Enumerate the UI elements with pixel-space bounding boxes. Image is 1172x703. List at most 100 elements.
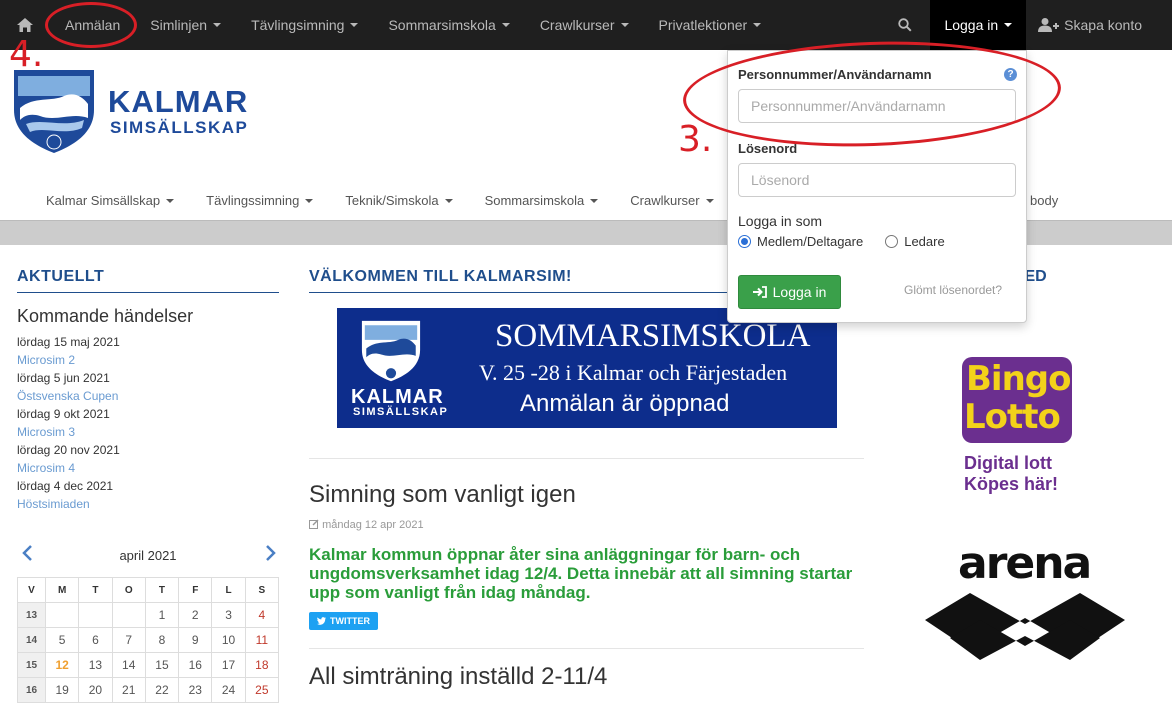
radio-member[interactable]: Medlem/Deltagare: [738, 234, 863, 249]
post-title[interactable]: All simträning inställd 2-11/4: [309, 663, 864, 691]
sign-in-icon: [752, 286, 767, 298]
calendar-day[interactable]: 21: [111, 677, 146, 703]
calendar-day-today[interactable]: 12: [44, 652, 80, 678]
banner-title: SOMMARSIMSKOLA: [495, 318, 811, 354]
logo-title: KALMAR: [108, 84, 249, 119]
calendar-day[interactable]: 5: [44, 627, 80, 653]
chevron-down-icon: [501, 23, 510, 27]
twitter-share-button[interactable]: TWITTER: [309, 612, 378, 630]
event-link[interactable]: Microsim 4: [17, 459, 279, 477]
calendar-day[interactable]: 23: [178, 677, 213, 703]
chevron-down-icon: [444, 199, 453, 204]
calendar-day[interactable]: 2: [178, 602, 213, 628]
event-date: lördag 4 dec 2021: [17, 479, 114, 493]
week-number: 15: [17, 652, 46, 678]
radio-leader[interactable]: Ledare: [885, 234, 945, 249]
nav-item-tavlingsimning[interactable]: Tävlingsimning: [236, 0, 373, 50]
event-link[interactable]: Östsvenska Cupen: [17, 387, 279, 405]
event-date: lördag 5 jun 2021: [17, 371, 110, 385]
annotation-step-4: 4.: [9, 34, 44, 75]
calendar-day[interactable]: 4: [244, 602, 280, 628]
calendar-header-cell: M: [44, 577, 80, 603]
subnav-item-partial[interactable]: body: [1030, 193, 1058, 208]
nav-item-crawlkurser[interactable]: Crawlkurser: [525, 0, 644, 50]
login-as-label: Logga in som: [738, 213, 823, 229]
nav-item-simlinjen[interactable]: Simlinjen: [135, 0, 236, 50]
subnav-item-teknik-simskola[interactable]: Teknik/Simskola: [329, 193, 468, 208]
edit-icon: [309, 519, 319, 529]
calendar-week-row: 13 1 2 3 4: [17, 602, 280, 628]
summer-school-banner[interactable]: KALMAR SIMSÄLLSKAP SOMMARSIMSKOLA V. 25 …: [337, 308, 837, 428]
event-date: lördag 9 okt 2021: [17, 407, 110, 421]
chevron-right-icon[interactable]: [265, 545, 277, 566]
subnav-item-sommarsimskola[interactable]: Sommarsimskola: [469, 193, 615, 208]
calendar-header: april 2021: [17, 543, 279, 571]
subnav-item-kalmar-simsallskap[interactable]: Kalmar Simsällskap: [30, 193, 190, 208]
event-link[interactable]: Höstsimiaden: [17, 495, 279, 513]
arena-diamond-logo: [925, 593, 1125, 660]
left-sidebar: AKTUELLT Kommande händelser lördag 15 ma…: [17, 268, 280, 703]
bingolotto-logo-line2: Lotto: [964, 397, 1061, 437]
arena-ad[interactable]: arena: [920, 538, 1130, 668]
event-link[interactable]: Microsim 3: [17, 423, 279, 441]
login-dropdown-toggle[interactable]: Logga in: [930, 0, 1027, 50]
event-link[interactable]: Microsim 2: [17, 351, 279, 369]
top-navbar: Anmälan Simlinjen Tävlingsimning Sommars…: [0, 0, 1172, 50]
bingolotto-tagline: Digital lott: [964, 453, 1052, 473]
subnav-item-crawlkurser[interactable]: Crawlkurser: [614, 193, 729, 208]
calendar-day[interactable]: 22: [144, 677, 180, 703]
login-submit-button[interactable]: Logga in: [738, 275, 841, 309]
chevron-down-icon: [620, 23, 629, 27]
radio-selected-icon: [738, 235, 751, 248]
calendar-day[interactable]: 25: [244, 677, 280, 703]
logo-subtitle: SIMSÄLLSKAP: [110, 118, 249, 137]
create-account-link[interactable]: Skapa konto: [1026, 0, 1172, 50]
password-input[interactable]: [738, 163, 1016, 197]
calendar-day[interactable]: 14: [111, 652, 146, 678]
nav-item-privatlektioner[interactable]: Privatlektioner: [644, 0, 777, 50]
calendar-day[interactable]: 6: [78, 627, 113, 653]
shield-icon: [361, 320, 421, 382]
calendar-day[interactable]: 18: [244, 652, 280, 678]
calendar-header-cell: F: [178, 577, 213, 603]
calendar-day[interactable]: 17: [211, 652, 246, 678]
forgot-password-link[interactable]: Glömt lösenordet?: [904, 283, 1002, 297]
calendar-day: [78, 602, 113, 628]
post-title[interactable]: Simning som vanligt igen: [309, 481, 864, 509]
main-content: VÄLKOMMEN TILL KALMARSIM! KALMAR SIMSÄLL…: [309, 268, 864, 691]
calendar-day[interactable]: 9: [178, 627, 213, 653]
calendar-day[interactable]: 10: [211, 627, 246, 653]
nav-item-sommarsimskola[interactable]: Sommarsimskola: [373, 0, 524, 50]
calendar-week-row: 15 12 13 14 15 16 17 18: [17, 652, 280, 678]
bingolotto-ad[interactable]: Bingo Lotto Digital lott Köpes här!: [960, 353, 1080, 503]
annotation-ring-anmalan: [45, 2, 137, 48]
divider: [309, 458, 864, 459]
calendar-day[interactable]: 3: [211, 602, 246, 628]
calendar-day[interactable]: 16: [178, 652, 213, 678]
calendar-day[interactable]: 19: [44, 677, 80, 703]
calendar-month: april 2021: [119, 548, 177, 563]
radio-empty-icon: [885, 235, 899, 248]
calendar-day[interactable]: 7: [111, 627, 146, 653]
bingolotto-logo-line1: Bingo: [966, 359, 1071, 399]
week-number: 13: [17, 602, 46, 628]
chevron-down-icon: [305, 199, 314, 204]
calendar-day[interactable]: 11: [244, 627, 280, 653]
calendar-day[interactable]: 1: [144, 602, 180, 628]
club-logo[interactable]: [12, 66, 96, 154]
shield-icon: [14, 70, 94, 153]
calendar-header-cell: O: [111, 577, 146, 603]
calendar-header-cell: T: [78, 577, 113, 603]
chevron-down-icon: [705, 199, 714, 204]
calendar-day: [44, 602, 80, 628]
chevron-down-icon: [1004, 23, 1013, 27]
calendar-header-cell: S: [244, 577, 280, 603]
calendar-day[interactable]: 24: [211, 677, 246, 703]
calendar-day[interactable]: 20: [78, 677, 113, 703]
chevron-down-icon: [213, 23, 222, 27]
calendar-day[interactable]: 8: [144, 627, 180, 653]
banner-brand-sub: SIMSÄLLSKAP: [353, 406, 449, 418]
calendar-day[interactable]: 13: [78, 652, 113, 678]
subnav-item-tavlingssimning[interactable]: Tävlingssimning: [190, 193, 329, 208]
calendar-day[interactable]: 15: [144, 652, 180, 678]
